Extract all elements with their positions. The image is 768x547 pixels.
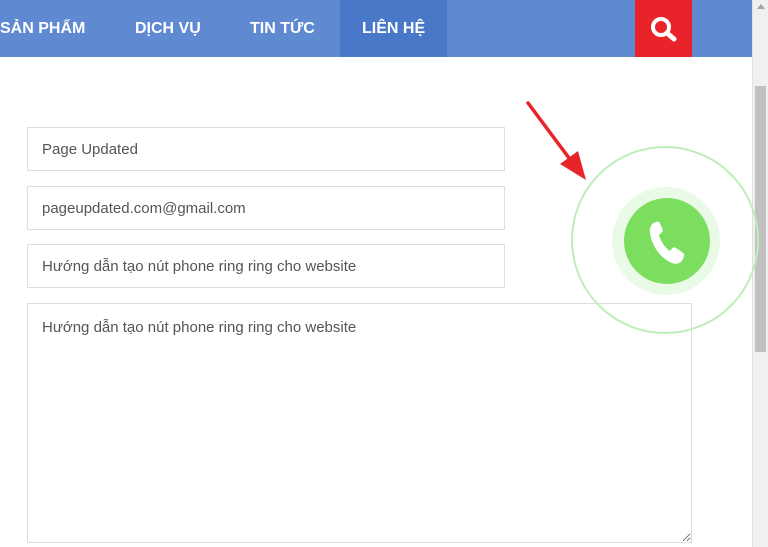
nav-item-news[interactable]: TIN TỨC <box>250 0 315 57</box>
name-field[interactable] <box>27 127 505 171</box>
nav-item-services[interactable]: DỊCH VỤ <box>135 0 201 57</box>
search-icon <box>651 17 677 42</box>
phone-icon <box>649 221 685 264</box>
vertical-scrollbar[interactable] <box>752 0 768 547</box>
annotation-arrow-icon <box>526 101 586 180</box>
email-field[interactable] <box>27 186 505 230</box>
main-navbar: SẢN PHẨM DỊCH VỤ TIN TỨC LIÊN HỆ <box>0 0 752 57</box>
search-button[interactable] <box>635 0 692 57</box>
message-textarea[interactable]: Hướng dẫn tạo nút phone ring ring cho we… <box>27 303 692 543</box>
scroll-up-arrow-icon[interactable] <box>757 4 765 9</box>
phone-call-button[interactable] <box>624 198 710 284</box>
contact-page: SẢN PHẨM DỊCH VỤ TIN TỨC LIÊN HỆ Hướng d… <box>0 0 768 547</box>
subject-field[interactable] <box>27 244 505 288</box>
nav-item-products[interactable]: SẢN PHẨM <box>0 0 85 57</box>
nav-item-contact[interactable]: LIÊN HỆ <box>340 0 448 57</box>
